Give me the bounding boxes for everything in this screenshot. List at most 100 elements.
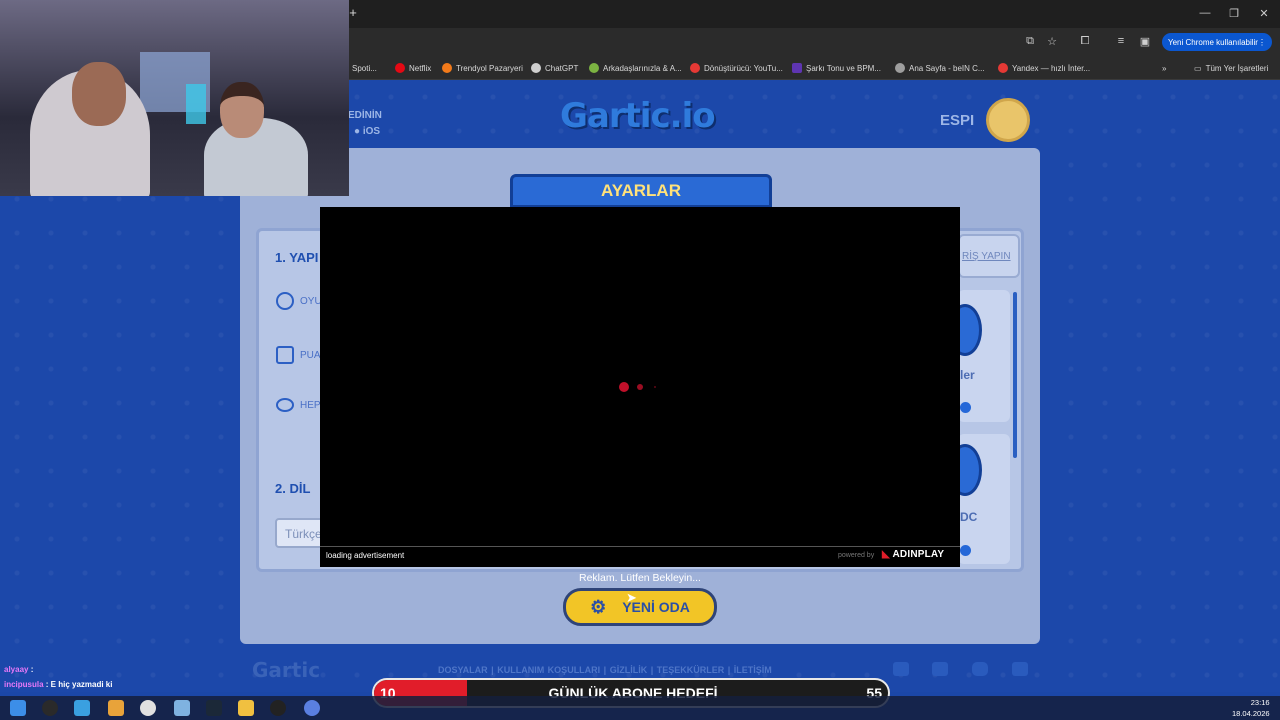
folder-icon[interactable] [238,700,254,716]
trendyol-icon [442,63,452,73]
chat-user: incipusula [4,680,44,689]
bookmark-chatgpt[interactable]: ChatGPT [531,61,578,75]
adinplay-label: ADINPLAY [892,549,945,560]
check-icon [960,545,971,556]
menu-dots-icon[interactable]: ⋮ [1258,38,1266,47]
ad-loading-text: loading advertisement [326,551,405,560]
clock-time: 23:16 [1250,698,1270,707]
bookmark-label: Ana Sayfa - beIN C... [909,63,985,73]
footer-logo[interactable]: Gartic [252,658,320,682]
obs-icon[interactable] [270,700,286,716]
discord-taskbar-icon[interactable] [304,700,320,716]
twitter-icon[interactable] [893,662,909,676]
new-chrome-label: Yeni Chrome kullanılabilir [1168,37,1258,47]
yandex-icon [998,63,1008,73]
footer-links[interactable]: DOSYALAR | KULLANIM KOŞULLARI | GİZLİLİK… [438,665,772,675]
option-label: HEP [300,399,321,411]
gear-icon: ⚙ [590,596,607,617]
webcam-person-1-head [72,62,126,126]
themes-scrollbar[interactable] [1013,292,1017,458]
chat-message: alyaay : [4,665,34,674]
option-visibility[interactable]: HEP [276,398,321,412]
user-avatar[interactable] [986,98,1030,142]
bookmark-label: Trendyol Pazaryeri [456,63,523,73]
globe-icon [895,63,905,73]
option-label: PUA [300,349,321,361]
trophy-icon [276,346,294,364]
close-window-button[interactable]: ✕ [1257,7,1271,20]
webcam-background-light [186,84,206,124]
bookmark-label: Şarkı Tonu ve BPM... [806,63,881,73]
trash-extension-icon[interactable]: ▣ [1138,35,1152,48]
gartic-logo[interactable]: Gartic.io [560,96,716,136]
instagram-icon[interactable] [972,662,988,676]
all-bookmarks-folder[interactable]: ▭ Tüm Yer İşaretleri [1194,61,1268,75]
bookmark-sarki-tonu[interactable]: Şarkı Tonu ve BPM... [792,61,881,75]
option-players[interactable]: OYU [276,292,322,310]
apple-icon: ● [354,126,361,137]
ad-wait-message: Reklam. Lütfen Bekleyin... [579,572,701,584]
bookmark-label: ChatGPT [545,63,579,73]
adinplay-logo[interactable]: ◣ ADINPLAY [882,549,944,560]
theme-card-label: ler [960,368,975,382]
eye-icon [276,398,294,412]
user-icon [276,292,294,310]
app-download-block[interactable]: EDİNİN ● iOS [348,108,382,140]
bookmark-trendyol[interactable]: Trendyol Pazaryeri [442,61,523,75]
bookmark-bein[interactable]: Ana Sayfa - beIN C... [895,61,985,75]
steam-icon[interactable] [206,700,222,716]
windows-taskbar [0,696,1280,720]
restore-button[interactable]: ❐ [1227,7,1241,20]
mouse-cursor-icon: ➤ [626,590,637,605]
v-icon [792,63,802,73]
ios-label: iOS [362,126,381,137]
theme-card-2[interactable]: DC [948,434,1010,564]
clock-date: 18.04.2026 [1232,709,1270,718]
theme-card-label: DC [960,510,978,524]
extensions-icon[interactable]: ⧠ [1078,35,1092,48]
bookmark-netflix[interactable]: Netflix [395,61,431,75]
bookmark-label: Dönüştürücü: YouTu... [704,63,783,73]
adinplay-mark-icon: ◣ [882,549,890,560]
bookmark-label: Netflix [409,63,432,73]
bookmark-spotify[interactable]: Spoti... [352,61,377,75]
explorer-icon[interactable] [108,700,124,716]
section-language-title: 2. DİL [275,481,311,496]
chat-message: incipusula : E hiç yazmadi ki [4,680,113,689]
windows-start-icon[interactable] [10,700,26,716]
all-bookmarks-label: Tüm Yer İşaretleri [1205,63,1269,73]
chrome-icon[interactable] [140,700,156,716]
loading-dot-1 [619,382,629,392]
streamer-webcam [0,0,349,196]
download-label: EDİNİN [348,110,382,121]
new-chrome-available-button[interactable]: Yeni Chrome kullanılabilir ⋮ [1162,33,1272,51]
edge-icon[interactable] [74,700,90,716]
option-points[interactable]: PUA [276,346,321,364]
netflix-icon [395,63,405,73]
app-icon[interactable] [174,700,190,716]
new-room-button[interactable]: ⚙ YENİ ODA [563,588,717,626]
section-structure-title: 1. YAPI [275,250,319,265]
minimize-button[interactable]: — [1198,7,1212,19]
chat-text: E hiç yazmadi ki [50,680,113,689]
theme-card-1[interactable]: ler [948,290,1010,422]
system-clock[interactable]: 23:16 18.04.2026 [1232,697,1270,719]
bookmark-yandex[interactable]: Yandex — hızlı İnter... [998,61,1090,75]
login-link[interactable]: RİŞ YAPIN [958,234,1020,278]
discord-icon[interactable] [1012,662,1028,676]
figure-icon [589,63,599,73]
bookmarks-overflow-chevron[interactable]: » [1162,61,1166,75]
install-app-icon[interactable]: ⧉ [1023,35,1037,48]
username-label: ESPI [940,112,975,129]
youtube-icon[interactable] [932,662,948,676]
bookmark-arkadaslar[interactable]: Arkadaşlarınızla & A... [589,61,682,75]
loading-dot-2 [637,384,643,390]
ad-powered-by: powered by [838,552,875,559]
search-icon[interactable] [42,700,58,716]
settings-ribbon: AYARLAR [510,174,772,208]
media-control-icon[interactable]: ≡ [1114,35,1128,47]
check-icon [960,402,971,413]
bookmark-label: Spoti... [352,63,377,73]
bookmark-donusturucu[interactable]: Dönüştürücü: YouTu... [690,61,783,75]
bookmark-star-icon[interactable]: ☆ [1045,35,1059,48]
